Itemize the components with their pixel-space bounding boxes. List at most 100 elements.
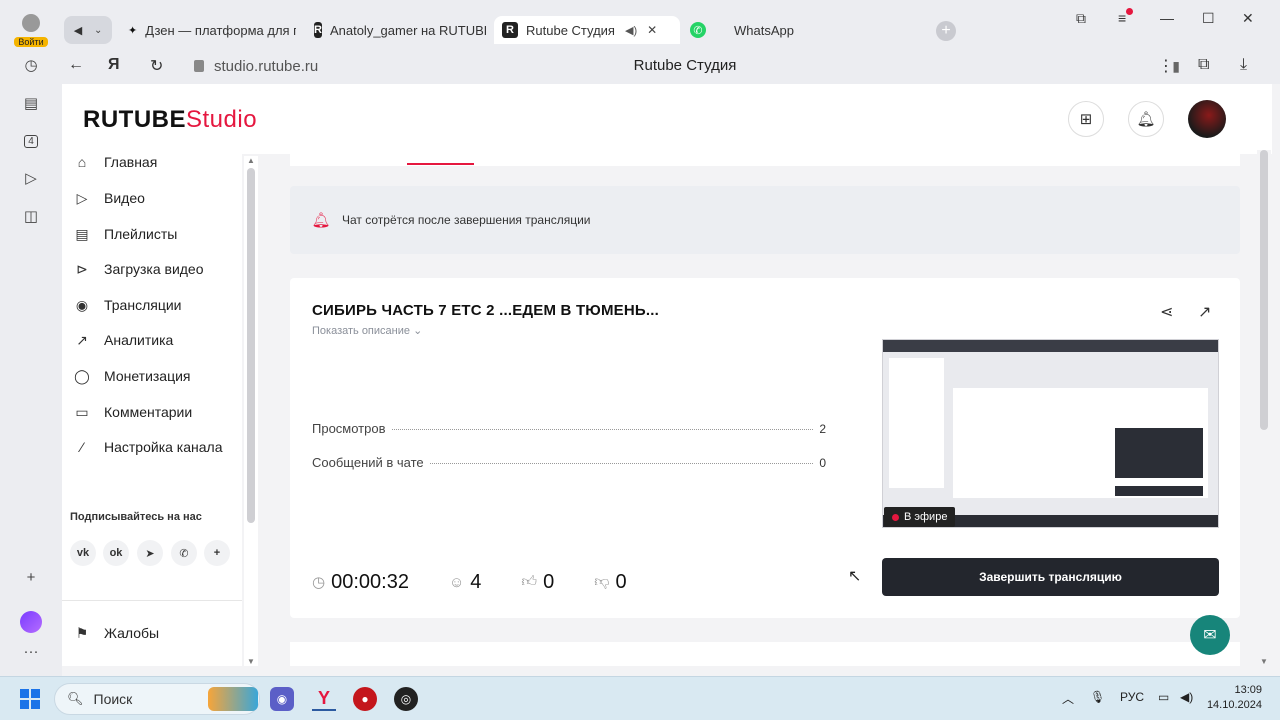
address-bar-row: ← Я ↻ studio.rutube.ru Rutube Студия ▮ ⋮… <box>62 48 1280 84</box>
mouse-cursor-icon: ↖ <box>848 568 862 585</box>
telegram-icon[interactable]: ➤ <box>137 540 163 566</box>
sidebar-item-upload[interactable]: ⊳ Загрузка видео <box>72 257 203 281</box>
notifications-button[interactable]: 🔔︎ <box>1128 101 1164 137</box>
video-player-icon[interactable]: ▷ <box>18 165 44 191</box>
subscribe-label: Подписывайтесь на нас <box>70 511 202 523</box>
obs-icon[interactable]: ◎ <box>394 687 418 711</box>
language-indicator[interactable]: РУС <box>1120 690 1144 704</box>
alice-assistant-icon[interactable] <box>20 611 42 633</box>
speaker-icon: ◀ <box>73 24 83 37</box>
sidebar-item-playlists[interactable]: ▤ Плейлисты <box>72 222 177 246</box>
viewers-metric: ☺ 4 <box>448 570 482 593</box>
tab-whatsapp[interactable]: ✆ WhatsApp <box>690 16 850 44</box>
chat-notice: 🔔︎ Чат сотрётся после завершения трансля… <box>290 186 1240 254</box>
vk-icon[interactable]: vk <box>70 540 96 566</box>
tray-expand-icon[interactable]: ︿ <box>1062 690 1074 707</box>
plus-square-icon: ⊞ <box>1079 111 1093 128</box>
sidebar-item-comments[interactable]: ▭ Комментарии <box>72 400 192 424</box>
close-window-icon[interactable]: ✕ <box>1242 10 1254 27</box>
tab-dzen[interactable]: ✦ Дзен — платформа для п <box>128 16 296 44</box>
tab-sound-pinned[interactable]: ◀ ⌄ <box>64 16 112 44</box>
menu-icon[interactable]: ≡ <box>1118 8 1133 26</box>
yandex-icon[interactable]: Я <box>108 56 120 74</box>
screenshot-icon[interactable]: ◫ <box>18 203 44 229</box>
scroll-down-icon[interactable]: ▼ <box>247 657 255 666</box>
browser-sidebar: Войти ◷ ▤ 4 ▷ ◫ + ··· <box>0 0 62 676</box>
system-clock[interactable]: 13:09 14.10.2024 <box>1206 683 1262 713</box>
app-icon[interactable]: ● <box>353 687 377 711</box>
minimize-icon[interactable]: — <box>1160 10 1174 26</box>
windows-start-icon[interactable] <box>20 689 40 709</box>
sidebar-item-video[interactable]: ▷ Видео <box>72 186 145 210</box>
sidebar-item-complaints[interactable]: ⚑ Жалобы <box>72 621 159 645</box>
collections-icon[interactable]: ▤ <box>18 90 44 116</box>
create-button[interactable]: ⊞ <box>1068 101 1104 137</box>
next-card <box>290 642 1240 666</box>
microphone-icon[interactable]: 🎙︎ <box>1090 690 1105 704</box>
avatar[interactable] <box>1188 100 1226 138</box>
coin-icon: ◯ <box>74 367 90 384</box>
end-stream-button[interactable]: Завершить трансляцию <box>882 558 1219 596</box>
tab-anatoly-gamer[interactable]: R Anatoly_gamer на RUTUBE <box>314 16 486 44</box>
sidebar-item-monetization[interactable]: ◯ Монетизация <box>72 364 190 388</box>
back-icon[interactable]: ← <box>68 56 84 74</box>
support-chat-button[interactable]: ✉ <box>1190 615 1230 655</box>
share-icon[interactable]: ⋖ <box>1160 302 1173 322</box>
plus-icon[interactable]: + <box>204 540 230 566</box>
more-icon[interactable]: ··· <box>18 638 44 664</box>
chevron-down-icon: ⌄ <box>94 24 103 36</box>
history-icon[interactable]: ◷ <box>18 52 44 78</box>
maximize-icon[interactable]: ☐ <box>1202 10 1215 27</box>
ok-icon[interactable]: ok <box>103 540 129 566</box>
live-dot-icon <box>892 513 899 521</box>
tab-rutube-studio[interactable]: R Rutube Студия ◀) ✕ <box>494 16 680 44</box>
download-icon[interactable]: ⤓ <box>1240 56 1247 74</box>
network-icon[interactable]: ▭ <box>1158 690 1169 704</box>
chat-messages-stat: Сообщений в чате 0 <box>312 455 826 470</box>
lock-icon <box>194 60 204 72</box>
sidebar-item-home[interactable]: ⌂ Главная <box>72 150 158 174</box>
flag-icon: ⚑ <box>75 624 89 641</box>
scroll-down-icon[interactable]: ▼ <box>1260 657 1268 666</box>
reload-icon[interactable]: ↻ <box>150 56 163 76</box>
stream-card: СИБИРЬ ЧАСТЬ 7 ETC 2 ...ЕДЕМ В ТЮМЕНЬ...… <box>290 278 1240 618</box>
stream-metrics: ◷ 00:00:32 ☺ 4 👍︎ 0 👎︎ 0 <box>312 566 667 598</box>
sound-icon[interactable]: ◀) <box>625 24 637 37</box>
url-field[interactable]: studio.rutube.ru Rutube Студия ▮ <box>182 52 1188 80</box>
bookmarks-panel-icon[interactable]: ⧉ <box>1076 10 1086 27</box>
show-description-link[interactable]: Показать описание ⌄ <box>312 324 422 337</box>
weather-widget-icon[interactable] <box>208 687 258 711</box>
tab-strip: ◀ ⌄ ✦ Дзен — платформа для п R Anatoly_g… <box>62 0 1280 48</box>
sidebar-item-analytics[interactable]: ↗ Аналитика <box>72 328 173 352</box>
open-external-icon[interactable]: ↗ <box>1198 302 1211 322</box>
close-tab-icon[interactable]: ✕ <box>647 23 657 37</box>
yandex-browser-icon[interactable]: Y <box>312 687 336 711</box>
studio-sidebar: ⌂ Главная ▷ Видео ▤ Плейлисты ⊳ Загрузка вид… <box>62 154 242 666</box>
login-button[interactable]: Войти <box>12 14 50 47</box>
sidebar-item-channel-settings[interactable]: ⁄ Настройка канала <box>72 435 223 459</box>
volume-icon[interactable]: ◀) <box>1180 690 1193 704</box>
user-icon <box>22 14 40 32</box>
add-panel-icon[interactable]: + <box>18 564 44 590</box>
viber-icon[interactable]: ✆ <box>171 540 197 566</box>
chevron-down-icon: ⌄ <box>413 325 423 337</box>
tabs-card-bottom <box>290 154 1240 166</box>
viewer-icon: ☺ <box>448 573 465 591</box>
stream-preview[interactable] <box>882 339 1219 528</box>
extensions-icon[interactable]: ⧉ <box>1198 56 1209 74</box>
sidebar-scrollbar[interactable]: ▲ ▼ <box>244 156 258 666</box>
new-tab-button[interactable]: + <box>936 21 956 41</box>
meet-icon[interactable]: ◉ <box>270 687 294 711</box>
sidebar-scroll-thumb[interactable] <box>247 168 255 523</box>
main-scrollbar[interactable]: ▼ <box>1257 150 1271 666</box>
sidebar-item-broadcasts[interactable]: ◉ Трансляции <box>72 293 182 317</box>
main-scroll-thumb[interactable] <box>1260 150 1268 430</box>
more-vert-icon[interactable]: ⋮ <box>1158 56 1174 76</box>
thumbs-down-icon: 👎︎ <box>594 573 610 590</box>
rutube-studio-logo[interactable]: RUTUBEStudio <box>83 106 257 134</box>
search-icon: 🔍︎ <box>67 691 84 706</box>
tab-count-icon[interactable]: 4 <box>18 128 44 154</box>
thumbs-up-icon: 👍︎ <box>521 573 538 590</box>
scroll-up-icon[interactable]: ▲ <box>247 156 255 165</box>
sidebar-divider <box>62 600 242 601</box>
